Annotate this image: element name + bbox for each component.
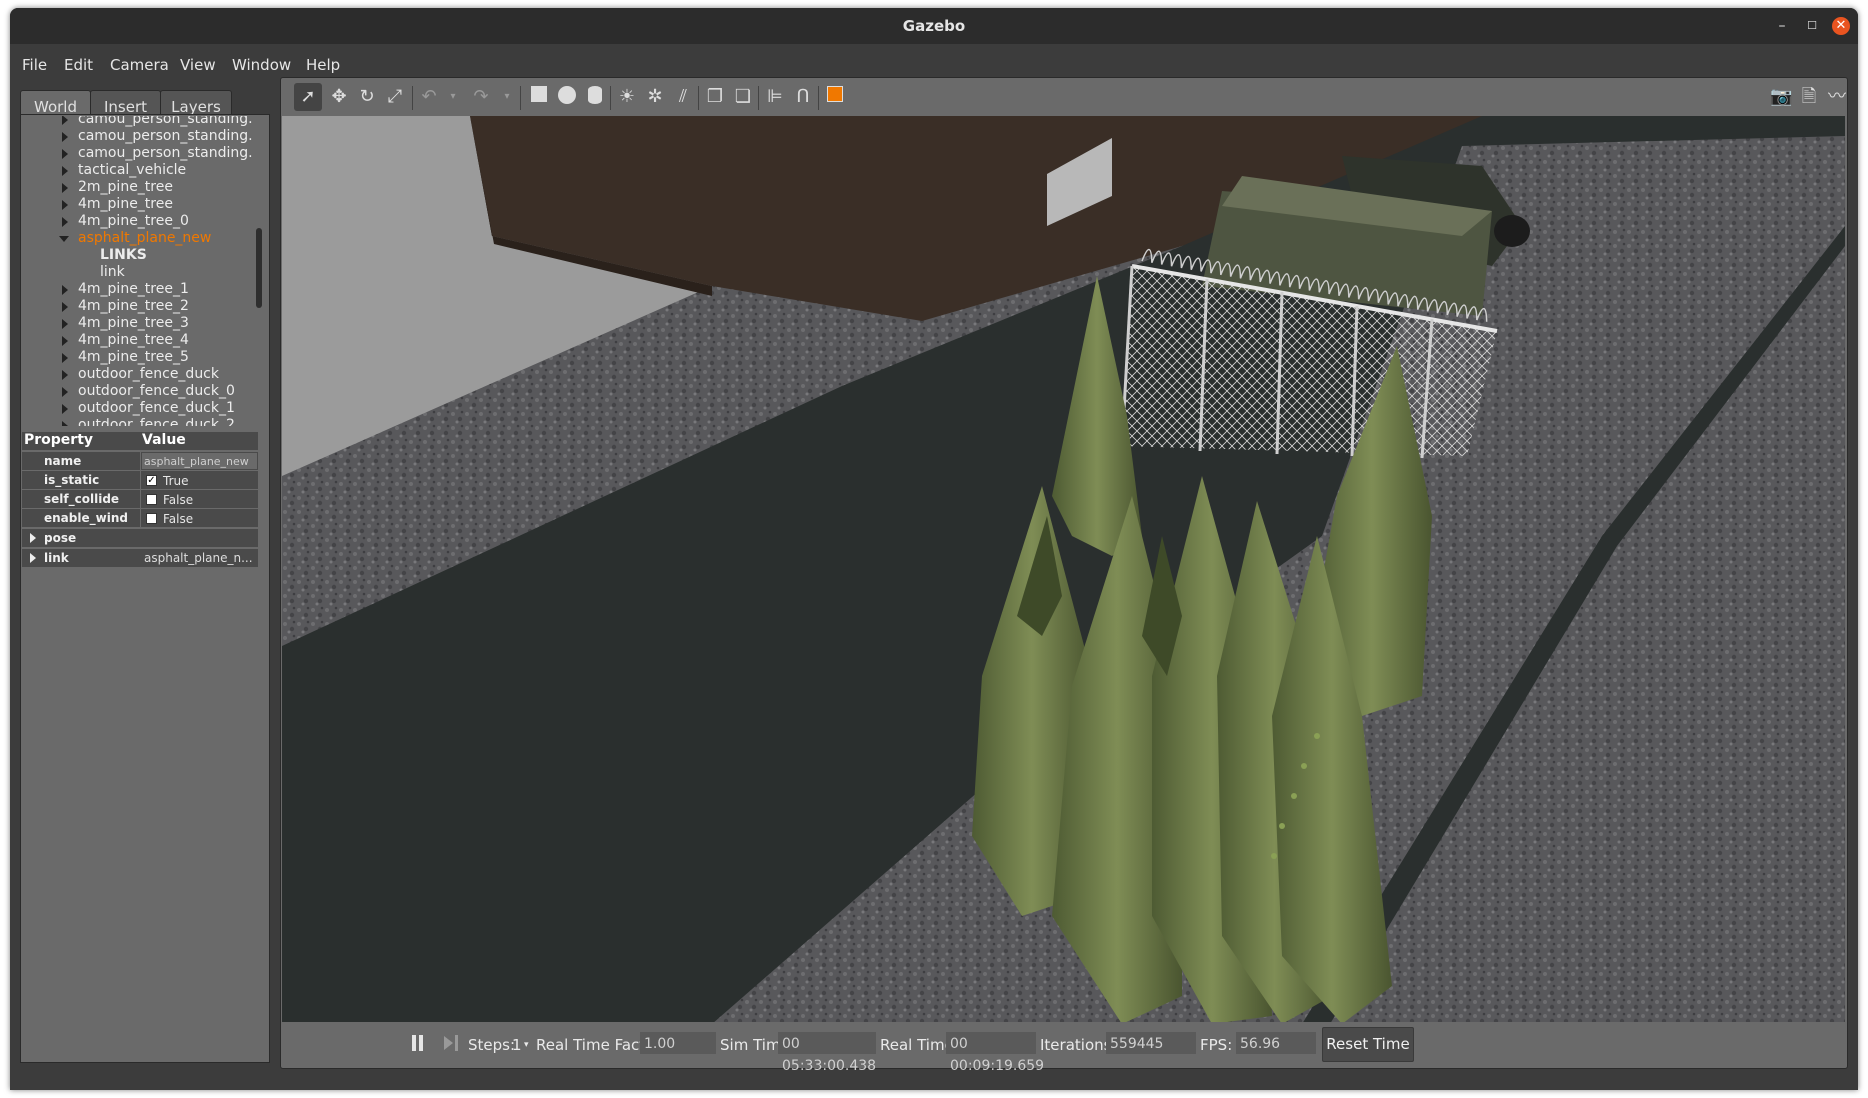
undo-dropdown-icon[interactable]: ▾ bbox=[442, 86, 464, 108]
align-icon[interactable]: ⊫ bbox=[764, 86, 786, 108]
link-expand-icon[interactable] bbox=[30, 553, 36, 563]
property-row-name: name asphalt_plane_new bbox=[22, 452, 258, 471]
screenshot-icon[interactable]: 📷 bbox=[1770, 86, 1792, 108]
rotate-mode-icon[interactable]: ↻ bbox=[356, 86, 378, 108]
point-light-icon[interactable]: ☀ bbox=[616, 86, 638, 108]
property-header: Property Value bbox=[22, 432, 258, 450]
property-row-pose[interactable]: pose bbox=[22, 529, 258, 548]
close-icon[interactable]: ✕ bbox=[1832, 17, 1850, 35]
property-row-self-collide: self_collide False bbox=[22, 490, 258, 509]
steps-value[interactable]: 1 bbox=[512, 1036, 522, 1054]
sphere-shape-icon[interactable] bbox=[556, 86, 578, 108]
redo-icon[interactable]: ↷ bbox=[470, 86, 492, 108]
gazebo-window: Gazebo – ☐ ✕ File Edit Camera View Windo… bbox=[10, 8, 1858, 1090]
is-static-field[interactable]: ✓ True bbox=[141, 471, 258, 489]
scene-render bbox=[282, 116, 1845, 1024]
menu-file[interactable]: File bbox=[22, 56, 47, 74]
scale-mode-icon[interactable]: ⤢ bbox=[384, 86, 406, 108]
window-title: Gazebo bbox=[902, 17, 966, 35]
pose-expand-icon[interactable] bbox=[30, 533, 36, 543]
iterations-field: 559445 bbox=[1106, 1032, 1196, 1054]
copy-icon[interactable]: ❐ bbox=[704, 86, 726, 108]
directional-light-icon[interactable]: ⫽ bbox=[672, 86, 694, 108]
log-icon[interactable]: 🗎 bbox=[1798, 86, 1820, 108]
undo-icon[interactable]: ↶ bbox=[418, 86, 440, 108]
video-record-icon[interactable]: ▶ bbox=[1854, 86, 1858, 108]
cylinder-shape-icon[interactable] bbox=[584, 86, 606, 108]
toolbar: ➚ ✥ ↻ ⤢ ↶ ▾ ↷ ▾ ☀ ✲ ⫽ ❐ ❏ ⊫ Ո 📷 🗎 〰 ▶ bbox=[290, 78, 1846, 116]
model-tree: camou_person_standing... camou_person_st… bbox=[22, 116, 254, 426]
paste-icon[interactable]: ❏ bbox=[732, 86, 754, 108]
self-collide-field[interactable]: False bbox=[141, 490, 258, 508]
real-time-field: 00 00:09:19.659 bbox=[946, 1032, 1044, 1074]
steps-label: Steps: bbox=[468, 1036, 516, 1054]
name-field[interactable]: asphalt_plane_new bbox=[141, 452, 258, 470]
property-row-enable-wind: enable_wind False bbox=[22, 509, 258, 528]
menu-edit[interactable]: Edit bbox=[64, 56, 93, 74]
view-angle-icon[interactable] bbox=[824, 86, 846, 108]
spot-light-icon[interactable]: ✲ bbox=[644, 86, 666, 108]
3d-scene-viewport[interactable] bbox=[282, 116, 1845, 1024]
plot-icon[interactable]: 〰 bbox=[1826, 86, 1848, 108]
is-static-checkbox[interactable]: ✓ bbox=[146, 475, 157, 486]
real-time-factor-field: 1.00 bbox=[640, 1032, 716, 1054]
snap-icon[interactable]: Ո bbox=[792, 86, 814, 108]
fps-field: 56.96 bbox=[1236, 1032, 1316, 1054]
step-icon[interactable] bbox=[444, 1035, 460, 1051]
maximize-icon[interactable]: ☐ bbox=[1803, 17, 1821, 35]
menu-camera[interactable]: Camera bbox=[110, 56, 169, 74]
minimize-icon[interactable]: – bbox=[1773, 17, 1791, 35]
enable-wind-field[interactable]: False bbox=[141, 509, 258, 527]
property-row-link[interactable]: link asphalt_plane_n... bbox=[22, 549, 258, 568]
enable-wind-checkbox[interactable] bbox=[146, 513, 157, 524]
translate-mode-icon[interactable]: ✥ bbox=[328, 86, 350, 108]
box-shape-icon[interactable] bbox=[528, 86, 550, 108]
property-row-is-static: is_static ✓ True bbox=[22, 471, 258, 490]
reset-time-button[interactable]: Reset Time bbox=[1322, 1027, 1414, 1062]
select-mode-icon[interactable]: ➚ bbox=[294, 83, 322, 111]
menu-view[interactable]: View bbox=[180, 56, 216, 74]
title-bar: Gazebo – ☐ ✕ bbox=[10, 8, 1858, 44]
status-bar: Steps: 1 ▾ Real Time Factor: 1.00 Sim Ti… bbox=[282, 1022, 1845, 1074]
fps-label: FPS: bbox=[1200, 1036, 1233, 1054]
redo-dropdown-icon[interactable]: ▾ bbox=[496, 86, 518, 108]
tree-scrollbar[interactable] bbox=[256, 228, 262, 308]
steps-dropdown-icon[interactable]: ▾ bbox=[524, 1040, 529, 1050]
sim-time-field: 00 05:33:00.438 bbox=[778, 1032, 876, 1074]
self-collide-checkbox[interactable] bbox=[146, 494, 157, 505]
menu-window[interactable]: Window bbox=[232, 56, 291, 74]
pause-icon[interactable] bbox=[410, 1035, 426, 1051]
menu-help[interactable]: Help bbox=[306, 56, 340, 74]
